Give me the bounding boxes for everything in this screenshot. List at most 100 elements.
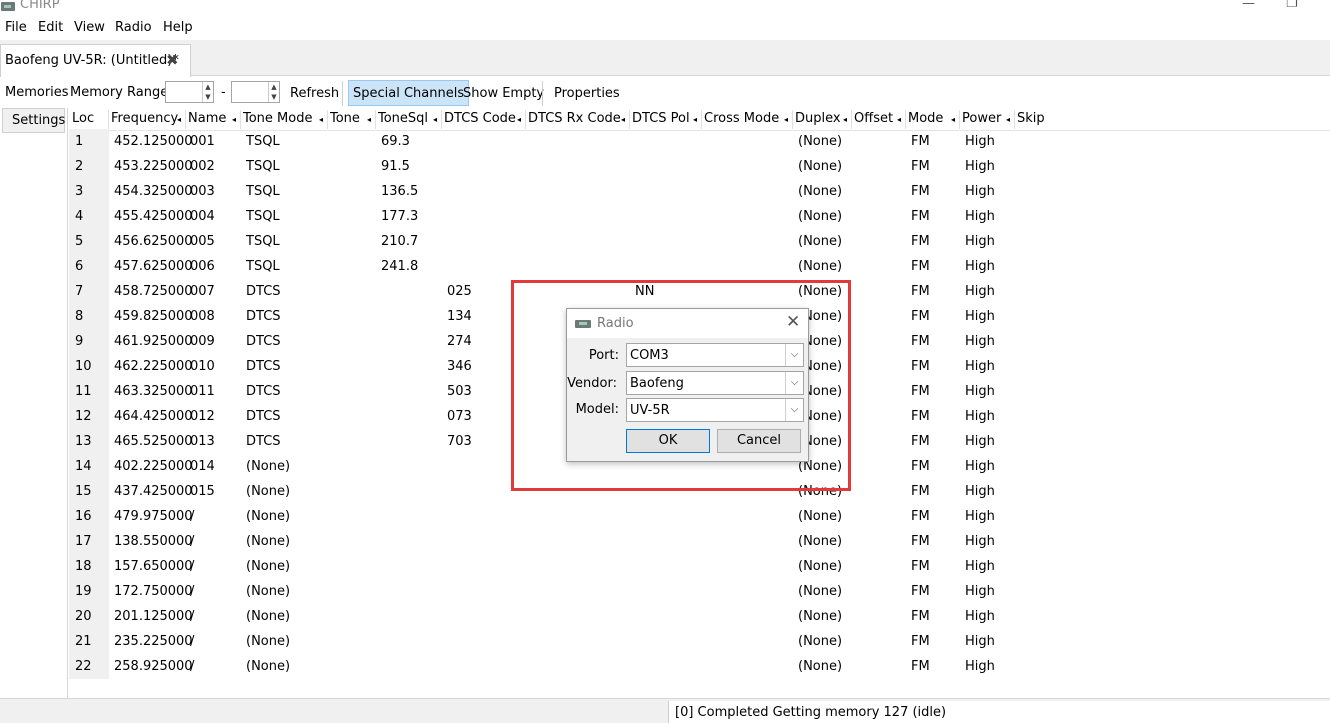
cell-dtcs-code[interactable]: 503 [447, 384, 472, 399]
cell-frequency[interactable]: 464.425000 [114, 409, 193, 424]
cell-power[interactable]: High [965, 659, 995, 674]
cell-power[interactable]: High [965, 309, 995, 324]
column-header-dtcs-rx-code[interactable]: DTCS Rx Code [528, 111, 621, 126]
cell-loc[interactable]: 19 [69, 579, 109, 604]
cell-tone-mode[interactable]: DTCS [246, 284, 281, 299]
cancel-button[interactable]: Cancel [717, 429, 801, 453]
cell-frequency[interactable]: 465.525000 [114, 434, 193, 449]
cell-loc[interactable]: 1 [69, 129, 109, 154]
tab-baofeng-uv5r[interactable]: Baofeng UV-5R: (Untitled)* ✖ [0, 44, 191, 77]
cell-name[interactable]: / [190, 534, 194, 549]
column-separator[interactable] [525, 110, 526, 129]
cell-frequency[interactable]: 455.425000 [114, 209, 193, 224]
cell-tone-mode[interactable]: DTCS [246, 359, 281, 374]
cell-duplex[interactable]: (None) [798, 584, 842, 599]
cell-name[interactable]: 008 [190, 309, 215, 324]
cell-name[interactable]: / [190, 634, 194, 649]
cell-mode[interactable]: FM [911, 184, 930, 199]
cell-tone-mode[interactable]: (None) [246, 609, 290, 624]
properties-button[interactable]: Properties [549, 80, 625, 106]
cell-loc[interactable]: 15 [69, 479, 109, 504]
cell-name[interactable]: / [190, 609, 194, 624]
cell-mode[interactable]: FM [911, 234, 930, 249]
cell-tone-mode[interactable]: (None) [246, 484, 290, 499]
cell-tone-mode[interactable]: (None) [246, 559, 290, 574]
cell-dtcs-code[interactable]: 274 [447, 334, 472, 349]
close-icon[interactable]: ✕ [786, 312, 800, 332]
cell-tone-mode[interactable]: DTCS [246, 384, 281, 399]
table-row[interactable]: 16 479.975000/ (None) (None) FM High [69, 504, 1330, 529]
cell-mode[interactable]: FM [911, 359, 930, 374]
cell-frequency[interactable]: 258.925000 [114, 659, 193, 674]
range-end-stepper[interactable]: ▲ ▼ [268, 82, 279, 102]
column-header-cross-mode[interactable]: Cross Mode [704, 111, 779, 126]
cell-name[interactable]: 015 [190, 484, 215, 499]
column-separator[interactable] [851, 110, 852, 129]
cell-frequency[interactable]: 456.625000 [114, 234, 193, 249]
cell-tone-mode[interactable]: DTCS [246, 334, 281, 349]
column-separator[interactable] [108, 110, 109, 129]
table-row[interactable]: 4 455.425000 004 TSQL 177.3 (None) FM High [69, 204, 1330, 229]
cell-tone-mode[interactable]: (None) [246, 659, 290, 674]
cell-mode[interactable]: FM [911, 509, 930, 524]
cell-tone-mode[interactable]: (None) [246, 459, 290, 474]
cell-mode[interactable]: FM [911, 434, 930, 449]
column-header-duplex[interactable]: Duplex [795, 111, 841, 126]
cell-loc[interactable]: 11 [69, 379, 109, 404]
cell-loc[interactable]: 18 [69, 554, 109, 579]
column-header-dtcs-code[interactable]: DTCS Code [444, 111, 516, 126]
cell-frequency[interactable]: 454.325000 [114, 184, 193, 199]
cell-tone-mode[interactable]: (None) [246, 534, 290, 549]
cell-tone-mode[interactable]: DTCS [246, 309, 281, 324]
cell-dtcs-code[interactable]: 134 [447, 309, 472, 324]
cell-tone-mode[interactable]: (None) [246, 584, 290, 599]
cell-dtcs-code[interactable]: 346 [447, 359, 472, 374]
cell-frequency[interactable]: 235.225000 [114, 634, 193, 649]
cell-duplex[interactable]: (None) [798, 509, 842, 524]
refresh-button[interactable]: Refresh [285, 80, 344, 106]
cell-loc[interactable]: 2 [69, 154, 109, 179]
cell-tone-mode[interactable]: TSQL [246, 209, 280, 224]
menu-file[interactable]: File [5, 20, 27, 35]
column-separator[interactable] [629, 110, 630, 129]
cell-tone-sql[interactable]: 210.7 [381, 234, 418, 249]
cell-duplex[interactable]: (None) [798, 634, 842, 649]
cell-name[interactable]: / [190, 584, 194, 599]
table-row[interactable]: 2 453.225000 002 TSQL 91.5 (None) FM High [69, 154, 1330, 179]
column-separator[interactable] [959, 110, 960, 129]
menu-view[interactable]: View [74, 20, 105, 35]
cell-power[interactable]: High [965, 484, 995, 499]
cell-frequency[interactable]: 457.625000 [114, 259, 193, 274]
show-empty-button[interactable]: Show Empty [458, 80, 549, 106]
cell-name[interactable]: 004 [190, 209, 215, 224]
cell-power[interactable]: High [965, 359, 995, 374]
cell-frequency[interactable]: 157.650000 [114, 559, 193, 574]
table-row[interactable]: 22 258.925000/ (None) (None) FM High [69, 654, 1330, 679]
cell-loc[interactable]: 7 [69, 279, 109, 304]
table-row[interactable]: 17 138.550000/ (None) (None) FM High [69, 529, 1330, 554]
cell-tone-sql[interactable]: 136.5 [381, 184, 418, 199]
column-separator[interactable] [327, 110, 328, 129]
cell-loc[interactable]: 16 [69, 504, 109, 529]
column-header-mode[interactable]: Mode [908, 111, 943, 126]
cell-name[interactable]: / [190, 659, 194, 674]
cell-mode[interactable]: FM [911, 409, 930, 424]
cell-loc[interactable]: 14 [69, 454, 109, 479]
chevron-down-icon[interactable]: ⌵ [785, 372, 803, 394]
column-separator[interactable] [375, 110, 376, 129]
minimize-icon[interactable]: — [1242, 0, 1255, 11]
cell-mode[interactable]: FM [911, 284, 930, 299]
cell-power[interactable]: High [965, 259, 995, 274]
cell-tone-sql[interactable]: 177.3 [381, 209, 418, 224]
cell-power[interactable]: High [965, 434, 995, 449]
cell-tone-mode[interactable]: DTCS [246, 409, 281, 424]
column-header-loc[interactable]: Loc [72, 111, 94, 126]
cell-duplex[interactable]: (None) [798, 209, 842, 224]
cell-frequency[interactable]: 461.925000 [114, 334, 193, 349]
cell-mode[interactable]: FM [911, 309, 930, 324]
cell-frequency[interactable]: 437.425000 [114, 484, 193, 499]
column-header-dtcs-pol[interactable]: DTCS Pol [632, 111, 690, 126]
spin-down-icon[interactable]: ▼ [269, 92, 279, 102]
column-separator[interactable] [1014, 110, 1015, 129]
cell-frequency[interactable]: 402.225000 [114, 459, 193, 474]
